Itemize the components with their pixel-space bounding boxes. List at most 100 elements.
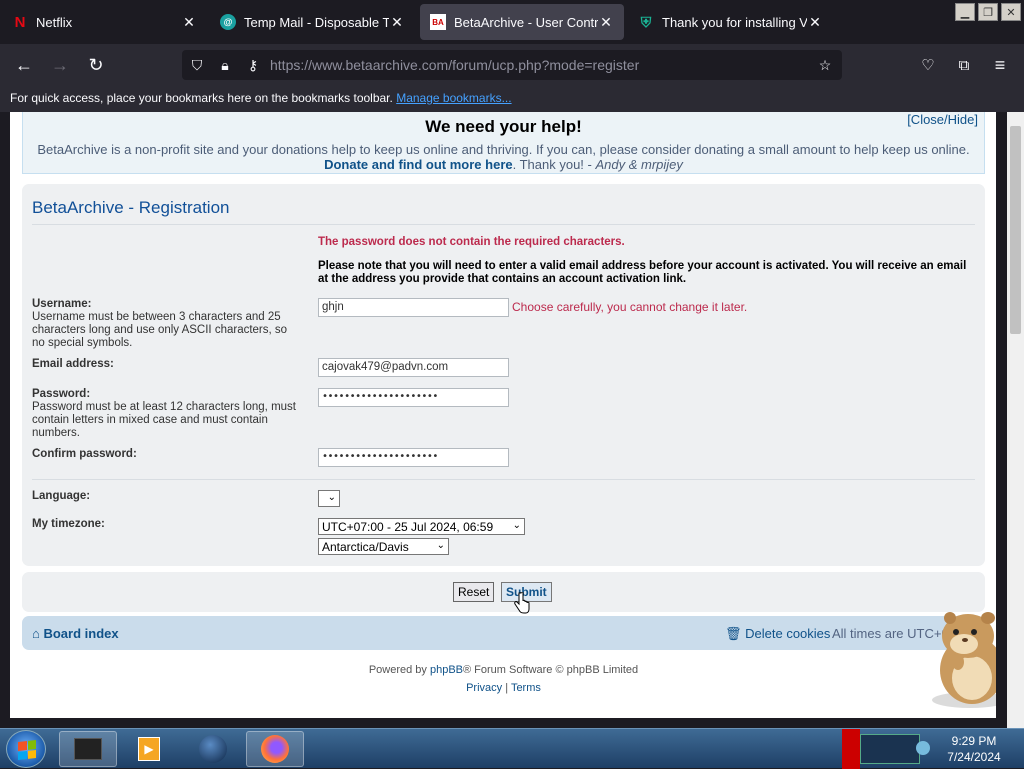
phpbb-copyright: ® Forum Software © phpBB Limited	[463, 664, 639, 676]
tray-alert-icon[interactable]	[842, 729, 860, 769]
close-hide-link[interactable]: [Close/Hide]	[907, 112, 978, 127]
password-label: Password: Password must be at least 12 c…	[32, 388, 302, 440]
start-button[interactable]	[6, 730, 46, 768]
donation-text-main: BetaArchive is a non-profit site and you…	[37, 142, 970, 157]
confirm-password-label: Confirm password:	[32, 448, 137, 461]
board-index-label: Board index	[43, 626, 119, 641]
password-error-message: The password does not contain the requir…	[318, 236, 625, 248]
language-select[interactable]: ⌄	[318, 490, 340, 507]
powered-by-text: Powered by	[368, 664, 427, 676]
menu-icon[interactable]: ≡	[988, 53, 1012, 77]
tab-title: Temp Mail - Disposable Temporary	[244, 14, 389, 30]
window-frame-right	[996, 112, 1007, 728]
manage-bookmarks-link[interactable]: Manage bookmarks...	[396, 91, 511, 105]
password-description: Password must be at least 12 characters …	[32, 401, 296, 439]
tray-network-icon[interactable]	[860, 734, 920, 764]
bookmarks-hint: For quick access, place your bookmarks h…	[10, 91, 393, 105]
confirm-password-label-text: Confirm password:	[32, 448, 137, 460]
forward-icon[interactable]: →	[48, 53, 72, 77]
reset-button[interactable]: Reset	[453, 582, 495, 602]
delete-cookies-link[interactable]: 🗑︎ Delete cookies	[725, 626, 830, 642]
url-domain: https://www.betaarchive.com	[270, 57, 449, 73]
netflix-icon: N	[14, 13, 26, 31]
donation-banner: [Close/Hide] We need your help! BetaArch…	[22, 112, 985, 174]
terms-link[interactable]: Terms	[511, 682, 541, 694]
divider	[32, 479, 975, 480]
reload-icon[interactable]: ↻	[84, 53, 108, 77]
permissions-key-icon[interactable]: ⚷	[244, 56, 262, 74]
password-label-text: Password:	[32, 388, 91, 400]
donation-signature: Andy & mrpijey	[595, 157, 683, 172]
timezone-label-text: My timezone:	[32, 518, 105, 530]
tab-bar: N Netflix ✕ @ Temp Mail - Disposable Tem…	[0, 0, 1024, 44]
close-icon[interactable]: ✕	[598, 14, 614, 31]
timezone-region-select[interactable]: Antarctica/Davis ⌄	[318, 538, 449, 555]
username-label: Username: Username must be between 3 cha…	[32, 298, 302, 350]
board-index-link[interactable]: ⌂ Board index	[32, 626, 119, 641]
hand-cursor-icon	[514, 592, 530, 614]
footer-links: Privacy | Terms	[22, 682, 985, 694]
taskbar-app-media-player[interactable]: ▶	[120, 731, 178, 767]
media-player-icon: ▶	[138, 737, 160, 761]
privacy-link[interactable]: Privacy	[466, 682, 502, 694]
tab-title: Thank you for installing Veeam	[662, 14, 807, 30]
hamster-mascot-icon	[932, 612, 996, 708]
confirm-password-input[interactable]: •••••••••••••••••••••	[318, 448, 509, 467]
close-icon[interactable]: ✕	[181, 14, 197, 31]
url-bar[interactable]: ⛉ 🔒︎ ⚷ https://www.betaarchive.com/forum…	[182, 50, 842, 80]
page-content: [Close/Hide] We need your help! BetaArch…	[10, 112, 996, 718]
tab-veeam[interactable]: ⛨ Thank you for installing Veeam ✕	[628, 4, 833, 40]
back-icon[interactable]: ←	[12, 53, 36, 77]
url-text[interactable]: https://www.betaarchive.com/forum/ucp.ph…	[270, 57, 639, 73]
tab-betaarchive[interactable]: BA BetaArchive - User Control Panel ✕	[420, 4, 624, 40]
scrollbar-thumb[interactable]	[1010, 126, 1021, 334]
scrollbar[interactable]	[1007, 112, 1024, 728]
taskbar-app-firefox[interactable]	[246, 731, 304, 767]
chevron-down-icon: ⌄	[436, 540, 445, 551]
email-label-text: Email address:	[32, 358, 114, 370]
close-window-icon[interactable]: ✕	[1001, 3, 1021, 21]
tab-title: Netflix	[36, 14, 73, 30]
email-input[interactable]: cajovak479@padvn.com	[318, 358, 509, 377]
lock-icon[interactable]: 🔒︎	[216, 56, 234, 74]
donation-text: BetaArchive is a non-profit site and you…	[23, 142, 984, 172]
divider	[32, 224, 975, 225]
timezone-select[interactable]: UTC+07:00 - 25 Jul 2024, 06:59 ⌄	[318, 518, 525, 535]
email-label: Email address:	[32, 358, 114, 371]
close-icon[interactable]: ✕	[389, 14, 405, 31]
username-description: Username must be between 3 characters an…	[32, 311, 288, 349]
chevron-down-icon: ⌄	[512, 520, 521, 531]
tray-status-icon[interactable]	[916, 741, 930, 755]
chevron-down-icon: ⌄	[327, 492, 336, 503]
donate-link[interactable]: Donate and find out more here	[324, 157, 513, 172]
username-hint: Choose carefully, you cannot change it l…	[512, 300, 748, 314]
extensions-icon[interactable]: ⧉	[952, 53, 976, 77]
copyright: Powered by phpBB® Forum Software © phpBB…	[22, 664, 985, 676]
globe-icon	[199, 735, 227, 763]
taskbar-app-globe[interactable]	[184, 731, 242, 767]
tab-netflix[interactable]: N Netflix ✕	[2, 4, 207, 40]
taskbar: ▶ 9:29 PM 7/24/2024	[0, 728, 1024, 769]
bookmark-star-icon[interactable]: ☆	[816, 56, 834, 74]
shield-icon: ⛨	[640, 13, 652, 30]
phpbb-link[interactable]: phpBB	[430, 664, 463, 676]
page-title: BetaArchive - Registration	[32, 198, 230, 217]
window-frame-left	[0, 112, 10, 728]
timezone-region-value: Antarctica/Davis	[322, 540, 409, 554]
tracking-shield-icon[interactable]: ⛉	[188, 56, 206, 74]
close-icon[interactable]: ✕	[807, 14, 823, 31]
nav-bar: ← → ↻ ⛉ 🔒︎ ⚷ https://www.betaarchive.com…	[0, 44, 1024, 86]
tab-tempmail[interactable]: @ Temp Mail - Disposable Temporary ✕	[210, 4, 415, 40]
bookmarks-toolbar: For quick access, place your bookmarks h…	[0, 86, 1024, 112]
system-clock[interactable]: 9:29 PM 7/24/2024	[938, 733, 1010, 765]
maximize-icon[interactable]: ❐	[978, 3, 998, 21]
donation-heading: We need your help!	[425, 117, 582, 136]
form-buttons-panel: Reset Submit	[22, 572, 985, 614]
username-input[interactable]: ghjn	[318, 298, 509, 317]
password-input[interactable]: •••••••••••••••••••••	[318, 388, 509, 407]
firefox-icon	[261, 735, 289, 763]
pocket-icon[interactable]: ♡	[916, 53, 940, 77]
taskbar-app-terminal[interactable]	[59, 731, 117, 767]
url-path: /forum/ucp.php?mode=register	[448, 57, 640, 73]
minimize-icon[interactable]: ▁	[955, 3, 975, 21]
